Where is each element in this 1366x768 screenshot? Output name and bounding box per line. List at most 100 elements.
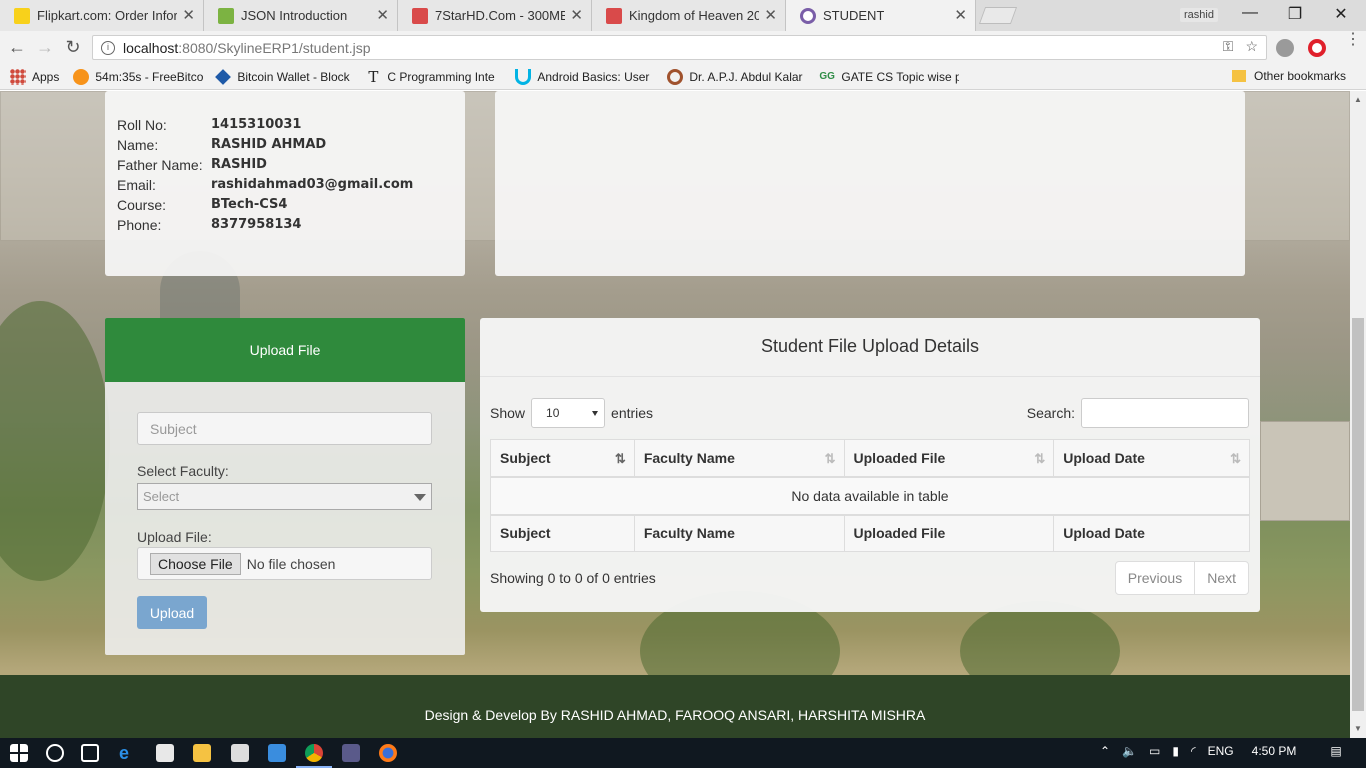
bookmark-c-programming[interactable]: T C Programming Inte — [365, 69, 503, 85]
bookmark-freebitco[interactable]: 54m:35s - FreeBitco.i — [73, 68, 204, 85]
file-explorer-icon[interactable] — [193, 744, 211, 762]
menu-icon[interactable]: ⋮ — [1345, 32, 1361, 48]
faculty-select[interactable]: Select — [137, 483, 432, 510]
extension-icon[interactable] — [1276, 39, 1294, 57]
table-info: Showing 0 to 0 of 0 entries — [490, 570, 656, 586]
chevron-up-icon[interactable]: ⌃ — [1100, 744, 1110, 758]
bookmark-blockchain[interactable]: Bitcoin Wallet - Block — [215, 68, 353, 85]
tab-json-introduction[interactable]: JSON Introduction ✕ — [204, 0, 398, 31]
wifi-icon[interactable]: ◜ — [1191, 744, 1196, 758]
tab-student[interactable]: STUDENT ✕ — [786, 0, 976, 31]
scroll-up-icon[interactable]: ▲ — [1354, 95, 1362, 104]
task-view-icon[interactable] — [81, 744, 99, 762]
bookmark-label: Apps — [32, 69, 60, 84]
bookmark-gate-cs[interactable]: GG GATE CS Topic wise p — [819, 69, 959, 85]
subject-input[interactable]: Subject — [137, 412, 432, 445]
settings-app-icon[interactable] — [342, 744, 360, 762]
choose-file-button[interactable]: Choose File — [150, 552, 241, 575]
bookmark-label: Android Basics: User — [537, 69, 650, 84]
network-icon[interactable]: ▭ — [1149, 744, 1160, 758]
field-value: RASHID — [211, 157, 267, 172]
field-value: BTech-CS4 — [211, 197, 288, 212]
background-tree — [0, 301, 110, 581]
faculty-selected-value: Select — [143, 489, 180, 504]
close-icon[interactable]: ✕ — [376, 8, 389, 23]
forward-icon[interactable]: → — [34, 37, 56, 57]
scrollbar-thumb[interactable] — [1352, 318, 1364, 711]
bookmark-android-basics[interactable]: Android Basics: User — [515, 68, 655, 85]
windows-taskbar: e ⌃ 🔈 ▭ ▮ ◜ ENG 4:50 PM ▤ — [0, 738, 1366, 768]
emblem-icon — [667, 68, 684, 85]
new-tab-button[interactable] — [978, 7, 1018, 24]
bookmark-apj-abdul-kalam[interactable]: Dr. A.P.J. Abdul Kalar — [667, 68, 807, 85]
notifications-icon[interactable]: ▤ — [1330, 744, 1341, 758]
key-icon[interactable]: ⚿ — [1223, 38, 1234, 55]
previous-page-button[interactable]: Previous — [1116, 562, 1194, 594]
tab-7starhd[interactable]: 7StarHD.Com - 300MB Du ✕ — [398, 0, 592, 31]
page-length-select[interactable]: 10 — [531, 398, 606, 428]
window-close-icon[interactable]: ✕ — [1318, 4, 1364, 24]
upload-button[interactable]: Upload — [137, 596, 207, 629]
field-value: RASHID AHMAD — [211, 137, 327, 152]
tab-title: JSON Introduction — [241, 8, 348, 23]
other-bookmarks[interactable]: Other bookmarks — [1232, 69, 1346, 83]
search-input[interactable] — [1081, 398, 1249, 428]
reload-icon[interactable]: ↻ — [62, 37, 84, 57]
footer-column-upload-date: Upload Date — [1053, 513, 1250, 552]
tab-flipkart[interactable]: Flipkart.com: Order Inforr ✕ — [0, 0, 204, 31]
app-icon[interactable] — [268, 744, 286, 762]
scroll-down-icon[interactable]: ▼ — [1354, 724, 1362, 733]
mail-icon[interactable] — [231, 744, 249, 762]
edge-icon[interactable]: e — [119, 744, 137, 762]
student-info-panel: Roll No: 1415310031 Name: RASHID AHMAD F… — [105, 91, 465, 276]
blank-panel — [495, 91, 1245, 276]
profile-name[interactable]: rashid — [1180, 8, 1218, 22]
column-label: Subject — [500, 449, 551, 466]
firefox-icon[interactable] — [379, 744, 397, 762]
column-header-upload-date[interactable]: Upload Date ⇅ — [1053, 439, 1250, 478]
page-scrollbar[interactable]: ▲ ▼ — [1350, 91, 1366, 738]
minimize-icon[interactable]: — — [1227, 4, 1273, 22]
divider — [480, 376, 1260, 377]
column-header-subject[interactable]: Subject ⇅ — [490, 439, 635, 478]
bookmark-apps[interactable]: Apps — [10, 68, 60, 85]
bookmark-label: 54m:35s - FreeBitco.i — [95, 69, 204, 84]
info-father-name: Father Name: RASHID — [117, 155, 465, 175]
tab-title: Flipkart.com: Order Inforr — [37, 8, 177, 23]
opera-icon[interactable] — [1308, 39, 1326, 57]
store-icon[interactable] — [156, 744, 174, 762]
column-header-faculty-name[interactable]: Faculty Name ⇅ — [633, 439, 845, 478]
file-input[interactable]: Choose File No file chosen — [137, 547, 432, 580]
info-course: Course: BTech-CS4 — [117, 195, 465, 215]
address-bar[interactable]: i localhost:8080/SkylineERP1/student.jsp… — [92, 35, 1267, 60]
field-value: rashidahmad03@gmail.com — [211, 177, 414, 192]
clock[interactable]: 4:50 PM — [1252, 744, 1297, 758]
close-icon[interactable]: ✕ — [764, 8, 777, 23]
cortana-icon[interactable] — [46, 744, 64, 762]
close-icon[interactable]: ✕ — [954, 8, 967, 23]
system-tray: ⌃ 🔈 ▭ ▮ ◜ ENG 4:50 PM ▤ — [1100, 744, 1342, 758]
column-header-uploaded-file[interactable]: Uploaded File ⇅ — [843, 439, 1055, 478]
language-indicator[interactable]: ENG — [1208, 744, 1234, 758]
field-label: Roll No: — [117, 117, 167, 133]
back-icon[interactable]: ← — [6, 37, 28, 57]
faculty-label: Select Faculty: — [137, 463, 229, 479]
volume-icon[interactable]: 🔈 — [1122, 744, 1137, 758]
windows-start-icon[interactable] — [10, 744, 28, 762]
sort-icon: ⇅ — [1230, 451, 1241, 466]
next-page-button[interactable]: Next — [1194, 562, 1248, 594]
site-icon — [606, 7, 622, 24]
field-label: Name: — [117, 137, 159, 153]
sort-icon: ⇅ — [1034, 451, 1046, 466]
info-icon[interactable]: i — [101, 40, 115, 55]
restore-icon[interactable]: ❐ — [1272, 4, 1318, 24]
tab-kingdom-of-heaven[interactable]: Kingdom of Heaven 2005 ✕ — [592, 0, 786, 31]
tab-title: 7StarHD.Com - 300MB Du — [435, 8, 565, 23]
close-icon[interactable]: ✕ — [570, 8, 583, 23]
battery-icon[interactable]: ▮ — [1172, 744, 1179, 758]
close-icon[interactable]: ✕ — [182, 8, 195, 23]
chrome-icon[interactable] — [305, 744, 323, 762]
table-search: Search: — [1027, 398, 1249, 428]
star-icon[interactable]: ☆ — [1245, 38, 1258, 55]
entries-label: entries — [611, 405, 654, 421]
